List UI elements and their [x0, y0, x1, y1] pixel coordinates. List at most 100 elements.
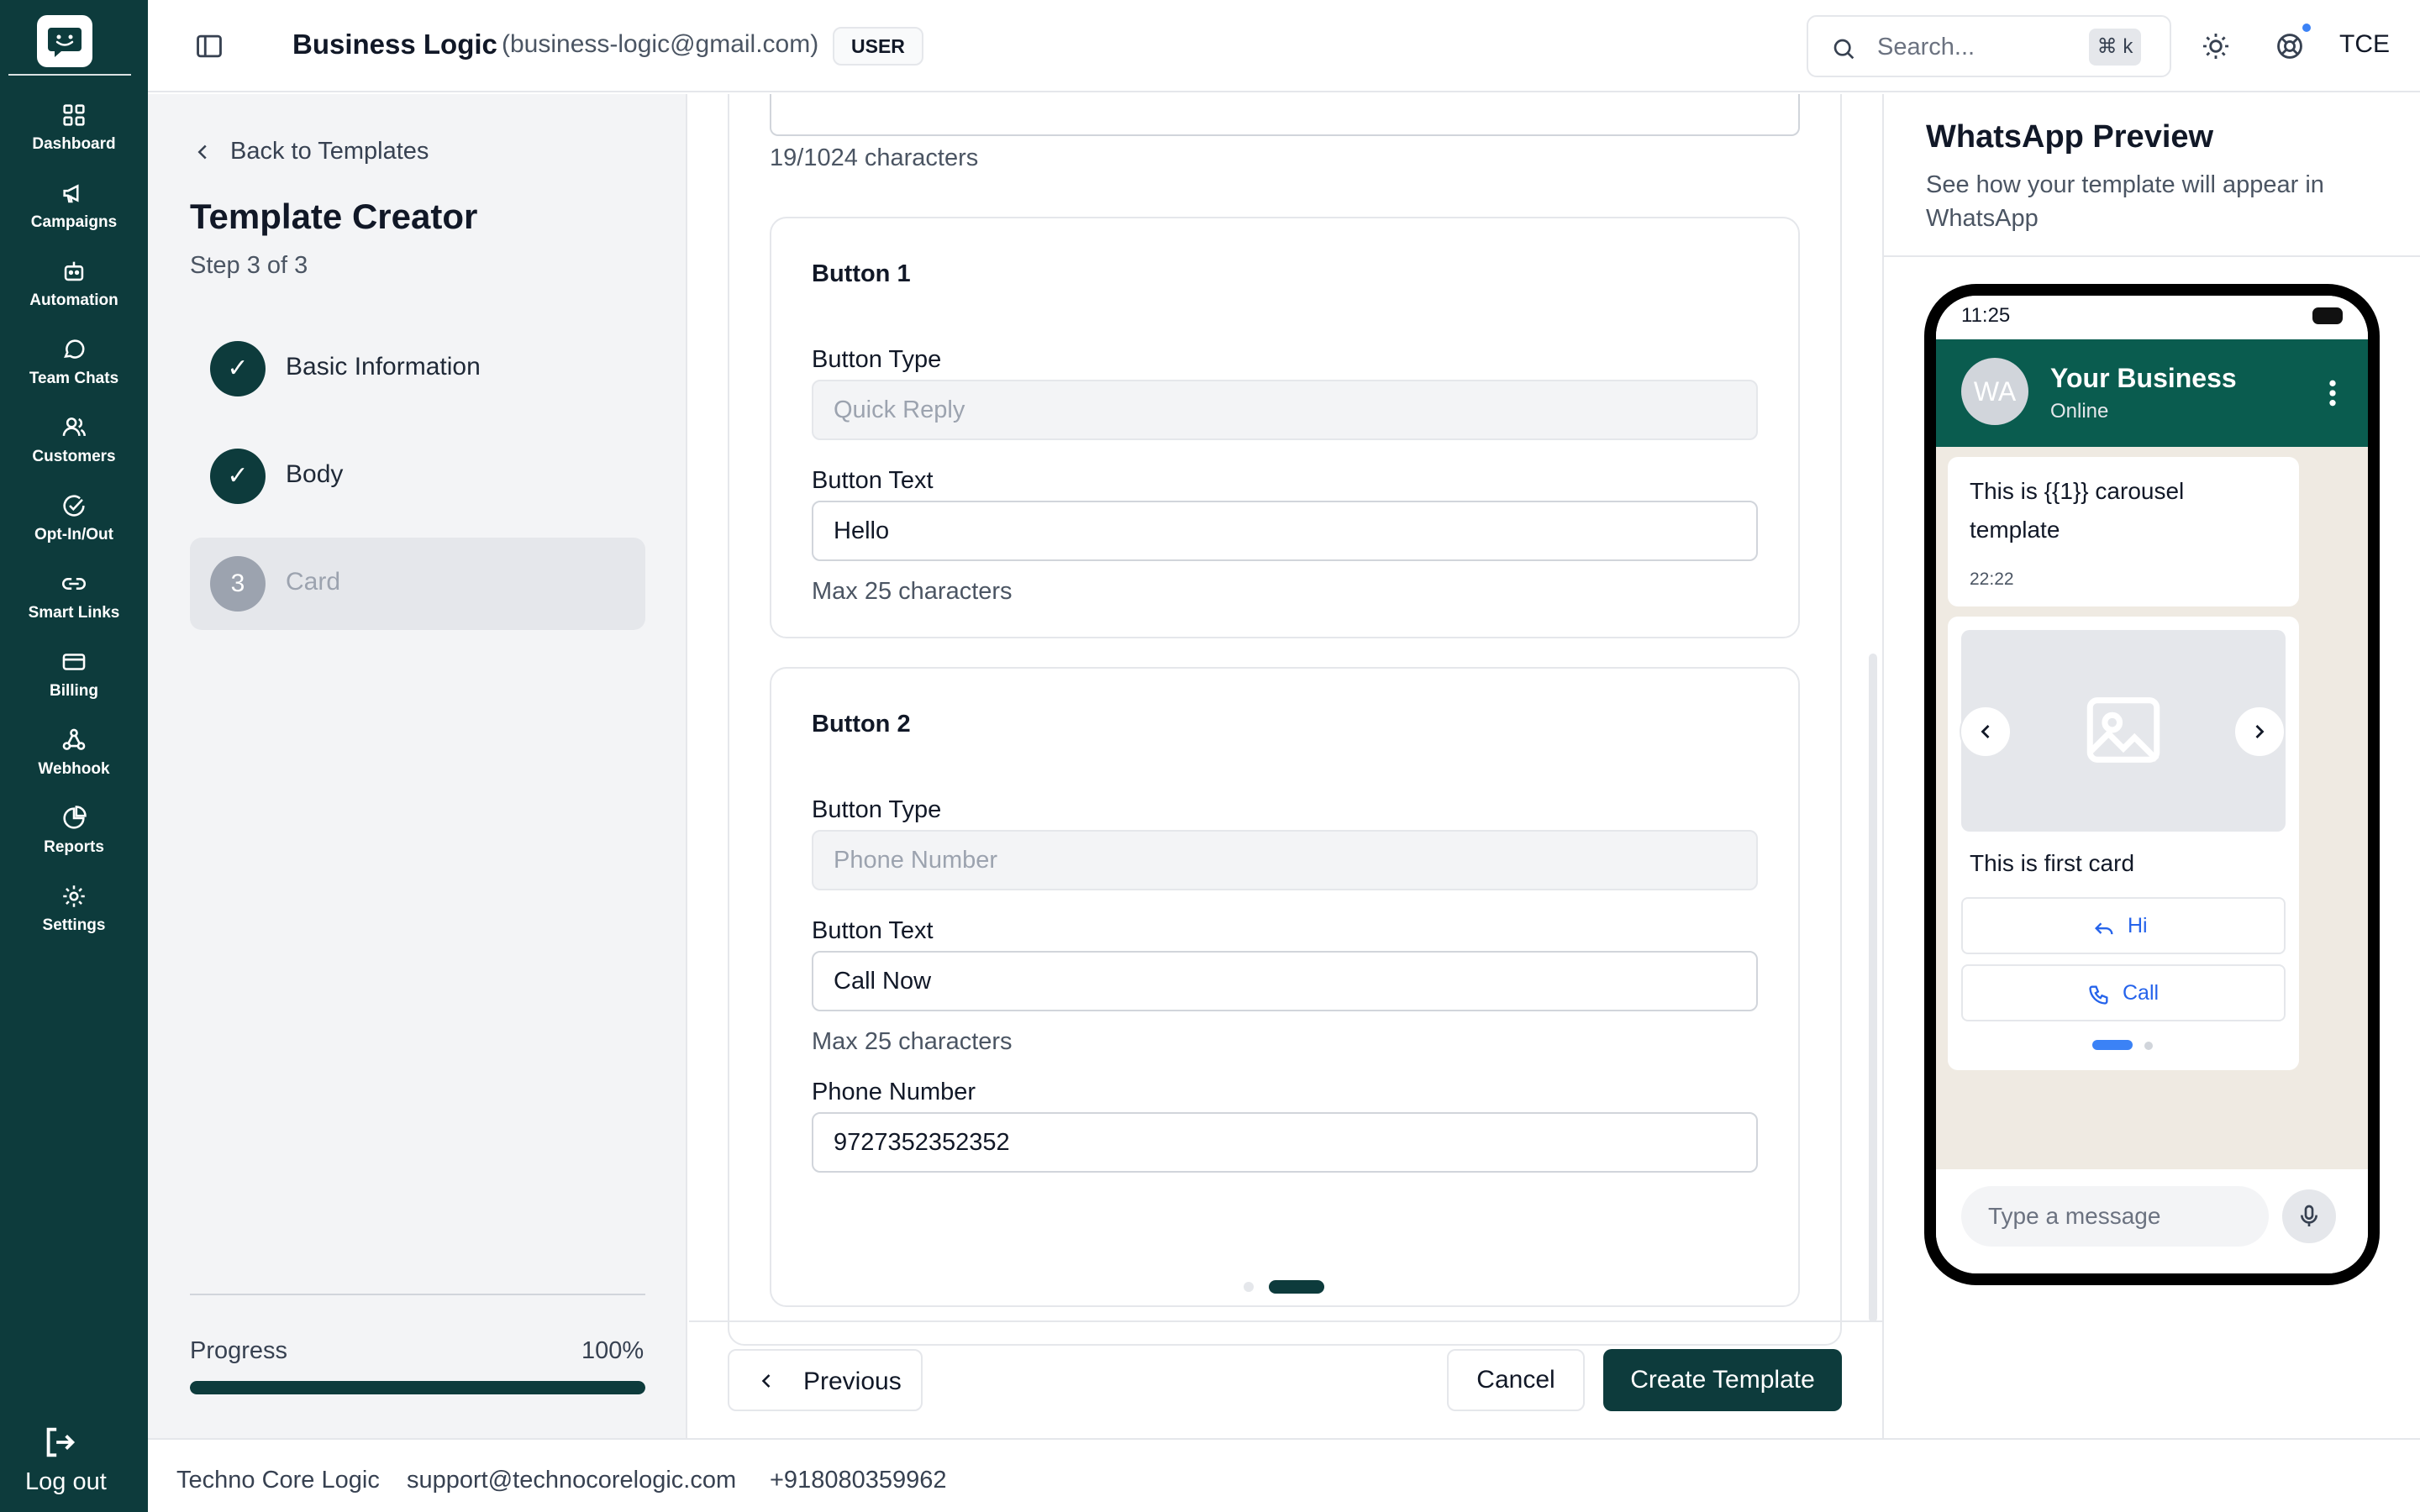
- mic-button[interactable]: [2282, 1189, 2336, 1243]
- previous-label: Previous: [803, 1368, 902, 1395]
- phone-number-input[interactable]: 9727352352352: [812, 1112, 1758, 1173]
- carousel-dot[interactable]: [2144, 1042, 2153, 1050]
- body-textarea[interactable]: [770, 94, 1800, 136]
- contact-avatar: WA: [1961, 358, 2028, 425]
- template-form: 19/1024 characters Button 1 Button Type …: [689, 94, 1882, 1438]
- button-text-input[interactable]: Call Now: [812, 951, 1758, 1011]
- app-logo[interactable]: [37, 15, 92, 67]
- nav-item-webhook[interactable]: Webhook: [0, 726, 148, 793]
- nav-item-team-chats[interactable]: Team Chats: [0, 335, 148, 402]
- step-number: 3: [210, 556, 266, 612]
- check-circle-icon: [63, 495, 85, 517]
- button-type-select[interactable]: Quick Reply: [812, 380, 1758, 440]
- nav-label: Settings: [42, 916, 106, 934]
- previous-button[interactable]: Previous: [728, 1349, 923, 1411]
- nav-divider: [8, 74, 131, 76]
- chevron-left-icon: [1981, 725, 1990, 738]
- carousel-next-button[interactable]: [2233, 706, 2286, 758]
- whatsapp-preview-panel: WhatsApp Preview See how your template w…: [1882, 94, 2420, 1438]
- preview-subtitle: See how your template will appear in Wha…: [1926, 171, 2324, 232]
- progress-bar: [190, 1381, 645, 1394]
- card-reply-button[interactable]: Hi: [1961, 897, 2286, 954]
- button-card-title: Button 2: [812, 711, 911, 738]
- page-dot-active[interactable]: [1269, 1280, 1324, 1294]
- chat-bubble-icon: [64, 339, 85, 359]
- link-icon: [62, 578, 86, 590]
- nav-item-reports[interactable]: Reports: [0, 804, 148, 871]
- button-type-select[interactable]: Phone Number: [812, 830, 1758, 890]
- form-scrollbar[interactable]: [1869, 654, 1877, 1322]
- button-card-title: Button 1: [812, 260, 911, 287]
- progress-divider: [190, 1294, 645, 1295]
- form-actions-divider: [689, 1320, 1882, 1322]
- button-text-label: Button Text: [812, 467, 934, 494]
- carousel-dot-active[interactable]: [2092, 1040, 2133, 1050]
- dashboard-icon: [63, 104, 85, 126]
- progress-value: 100%: [581, 1337, 644, 1364]
- page-footer: Techno Core Logic support@technocorelogi…: [148, 1438, 2420, 1512]
- nav-item-settings[interactable]: Settings: [0, 882, 148, 949]
- role-badge: USER: [833, 27, 923, 66]
- card-image-placeholder: [1960, 630, 2286, 832]
- nav-item-automation[interactable]: Automation: [0, 257, 148, 324]
- nav-item-billing[interactable]: Billing: [0, 648, 148, 715]
- image-icon: [2086, 697, 2160, 763]
- search-icon: [1833, 39, 1854, 60]
- contact-name: Your Business: [2050, 363, 2237, 393]
- footer-company: Techno Core Logic: [176, 1467, 380, 1494]
- nav-label: Team Chats: [29, 370, 119, 387]
- nav-label: Opt-In/Out: [34, 526, 113, 543]
- cancel-button[interactable]: Cancel: [1447, 1349, 1585, 1411]
- chat-logo-icon: [48, 28, 82, 57]
- megaphone-icon: [63, 184, 79, 203]
- step-basic-information[interactable]: ✓ Basic Information: [190, 323, 645, 415]
- lifebuoy-icon[interactable]: [2274, 30, 2306, 62]
- logout-button[interactable]: Log out: [0, 1418, 148, 1502]
- step-label: Card: [286, 568, 341, 596]
- template-steps-panel: Back to Templates Template Creator Step …: [148, 94, 687, 1438]
- footer-phone[interactable]: +918080359962: [770, 1467, 946, 1494]
- step-card[interactable]: 3 Card: [190, 538, 645, 630]
- nav-item-opt-in-out[interactable]: Opt-In/Out: [0, 491, 148, 559]
- step-body[interactable]: ✓ Body: [190, 430, 645, 522]
- top-header: Business Logic (business-logic@gmail.com…: [148, 0, 2420, 92]
- nav-label: Webhook: [38, 760, 110, 778]
- nav-item-dashboard[interactable]: Dashboard: [0, 101, 148, 168]
- card-action-label: Call: [2123, 981, 2160, 1005]
- phone-number-label: Phone Number: [812, 1079, 976, 1105]
- whatsapp-chat-header: WA Your Business Online: [1936, 339, 2368, 447]
- page-dot[interactable]: [1244, 1282, 1254, 1292]
- card-call-button[interactable]: Call: [1961, 964, 2286, 1021]
- search-input[interactable]: Search... ⌘ k: [1807, 15, 2171, 77]
- footer-email[interactable]: support@technocorelogic.com: [407, 1467, 736, 1494]
- business-email: (business-logic@gmail.com): [502, 30, 819, 58]
- bot-icon: [64, 261, 84, 281]
- message-input[interactable]: Type a message: [1961, 1186, 2269, 1247]
- user-avatar[interactable]: TCE: [2339, 30, 2390, 59]
- more-vertical-icon: [2329, 380, 2336, 407]
- nav-item-customers[interactable]: Customers: [0, 413, 148, 480]
- carousel-dots: [2092, 1040, 2160, 1052]
- nav-label: Billing: [49, 682, 99, 700]
- create-template-button[interactable]: Create Template: [1603, 1349, 1842, 1411]
- step-complete-check: ✓: [210, 449, 266, 504]
- nav-item-smart-links[interactable]: Smart Links: [0, 570, 148, 637]
- main-sidebar: Dashboard Campaigns Automation Team Chat…: [0, 0, 148, 1512]
- sun-icon[interactable]: [2200, 30, 2232, 62]
- credit-card-icon: [62, 654, 86, 670]
- message-time: 22:22: [1970, 570, 2014, 589]
- message-text: This is {{1}} carousel template: [1970, 478, 2185, 543]
- nav-item-campaigns[interactable]: Campaigns: [0, 179, 148, 246]
- phone-status-bar: 11:25: [1936, 296, 2368, 339]
- button-text-input[interactable]: Hello: [812, 501, 1758, 561]
- button-2-card: Button 2 Button Type Phone Number Button…: [770, 667, 1800, 1307]
- sidebar-toggle-icon[interactable]: [193, 30, 225, 62]
- card-action-label: Hi: [2128, 914, 2148, 937]
- button-text-hint: Max 25 characters: [812, 1028, 1013, 1055]
- webhook-icon: [62, 728, 86, 750]
- nav-label: Campaigns: [30, 213, 118, 231]
- contact-status: Online: [2050, 400, 2109, 423]
- carousel-prev-button[interactable]: [1960, 706, 2012, 758]
- chevron-right-icon: [2255, 725, 2265, 738]
- button-text-hint: Max 25 characters: [812, 578, 1013, 605]
